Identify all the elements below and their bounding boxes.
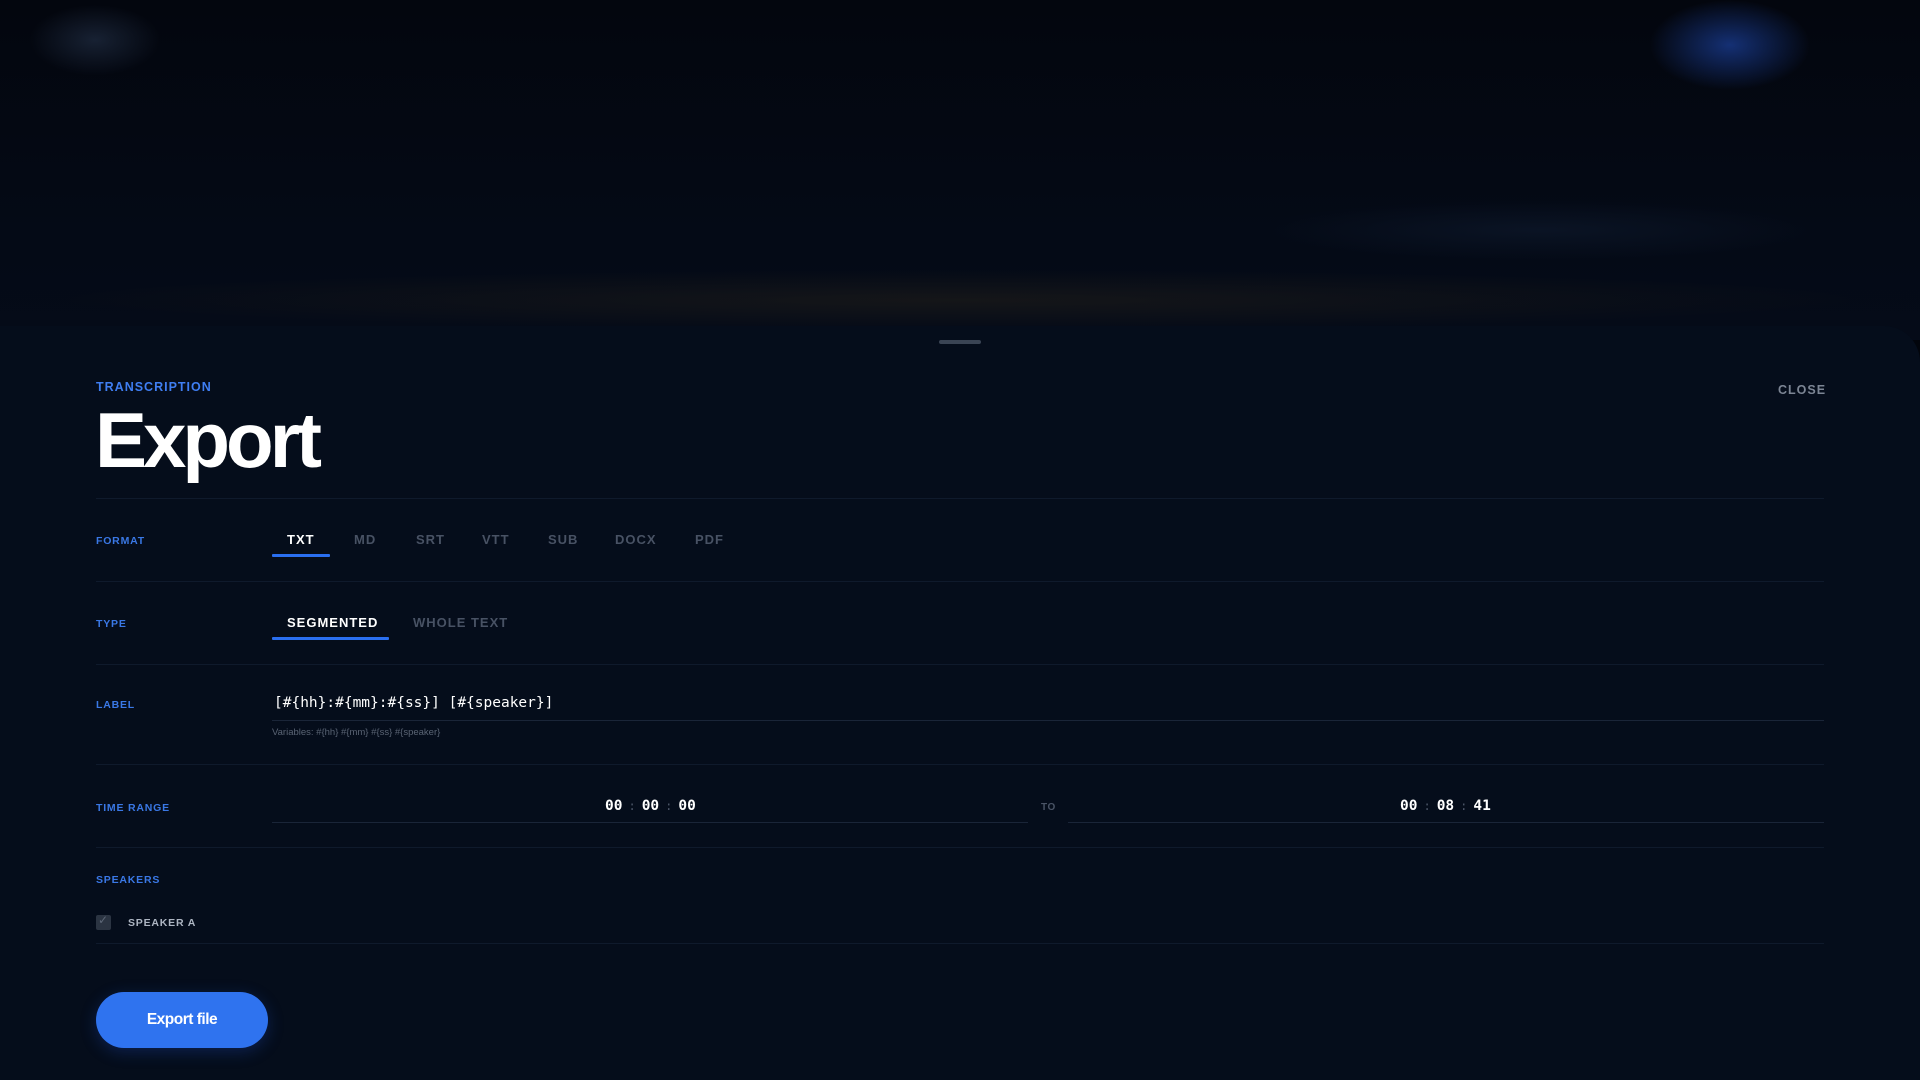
time-end-hours[interactable]: 00 bbox=[1400, 798, 1417, 814]
divider bbox=[96, 847, 1824, 848]
time-start-field: 00:00:00 bbox=[272, 793, 1028, 823]
tab-type-whole-text[interactable]: WHOLE TEXT bbox=[413, 615, 508, 630]
time-separator: : bbox=[665, 799, 673, 813]
time-range-to-label: TO bbox=[1041, 802, 1056, 813]
time-separator: : bbox=[628, 799, 636, 813]
time-start-seconds[interactable]: 00 bbox=[678, 798, 695, 814]
divider bbox=[96, 764, 1824, 765]
page-title: Export bbox=[95, 396, 322, 484]
tab-format-md[interactable]: MD bbox=[354, 532, 376, 547]
time-separator: : bbox=[1460, 799, 1468, 813]
tab-format-srt[interactable]: SRT bbox=[416, 532, 445, 547]
speaker-a-checkbox[interactable]: ✓ bbox=[96, 913, 111, 930]
format-label: FORMAT bbox=[96, 535, 145, 547]
tab-format-docx[interactable]: DOCX bbox=[615, 532, 657, 547]
label-template-input[interactable] bbox=[272, 691, 1824, 721]
time-start-minutes[interactable]: 00 bbox=[642, 798, 659, 814]
sheet-eyebrow: TRANSCRIPTION bbox=[96, 380, 212, 394]
time-end-value: 00:08:41 bbox=[1400, 798, 1491, 814]
tab-format-pdf[interactable]: PDF bbox=[695, 532, 724, 547]
label-variables-hint: Variables: #{hh} #{mm} #{ss} #{speaker} bbox=[272, 727, 441, 738]
label-field-label: LABEL bbox=[96, 699, 135, 711]
tab-format-vtt[interactable]: VTT bbox=[482, 532, 510, 547]
time-end-seconds[interactable]: 41 bbox=[1473, 798, 1490, 814]
time-separator: : bbox=[1423, 799, 1431, 813]
tab-format-sub[interactable]: SUB bbox=[548, 532, 578, 547]
blurred-shape bbox=[1260, 200, 1820, 260]
time-start-hours[interactable]: 00 bbox=[605, 798, 622, 814]
blurred-shape bbox=[1650, 0, 1810, 90]
time-start-value: 00:00:00 bbox=[605, 798, 696, 814]
drag-handle[interactable] bbox=[939, 340, 981, 344]
speaker-a-label[interactable]: SPEAKER A bbox=[128, 917, 196, 929]
time-range-label: TIME RANGE bbox=[96, 802, 170, 814]
export-sheet: TRANSCRIPTION Export CLOSE FORMAT TXT MD… bbox=[0, 326, 1920, 1080]
speakers-label: SPEAKERS bbox=[96, 874, 161, 886]
tab-type-segmented[interactable]: SEGMENTED bbox=[287, 615, 378, 630]
background-app-blurred bbox=[0, 0, 1920, 340]
divider bbox=[96, 498, 1824, 499]
type-label: TYPE bbox=[96, 618, 127, 630]
time-end-field: 00:08:41 bbox=[1068, 793, 1824, 823]
tab-format-txt[interactable]: TXT bbox=[287, 532, 315, 547]
blurred-shape bbox=[30, 5, 160, 75]
blurred-shape bbox=[60, 270, 1860, 330]
divider bbox=[96, 664, 1824, 665]
time-end-minutes[interactable]: 08 bbox=[1437, 798, 1454, 814]
divider bbox=[96, 943, 1824, 944]
tab-active-indicator bbox=[272, 637, 389, 640]
check-icon: ✓ bbox=[98, 913, 109, 927]
close-button[interactable]: CLOSE bbox=[1778, 383, 1826, 397]
export-file-button[interactable]: Export file bbox=[96, 992, 268, 1048]
tab-active-indicator bbox=[272, 554, 330, 557]
divider bbox=[96, 581, 1824, 582]
